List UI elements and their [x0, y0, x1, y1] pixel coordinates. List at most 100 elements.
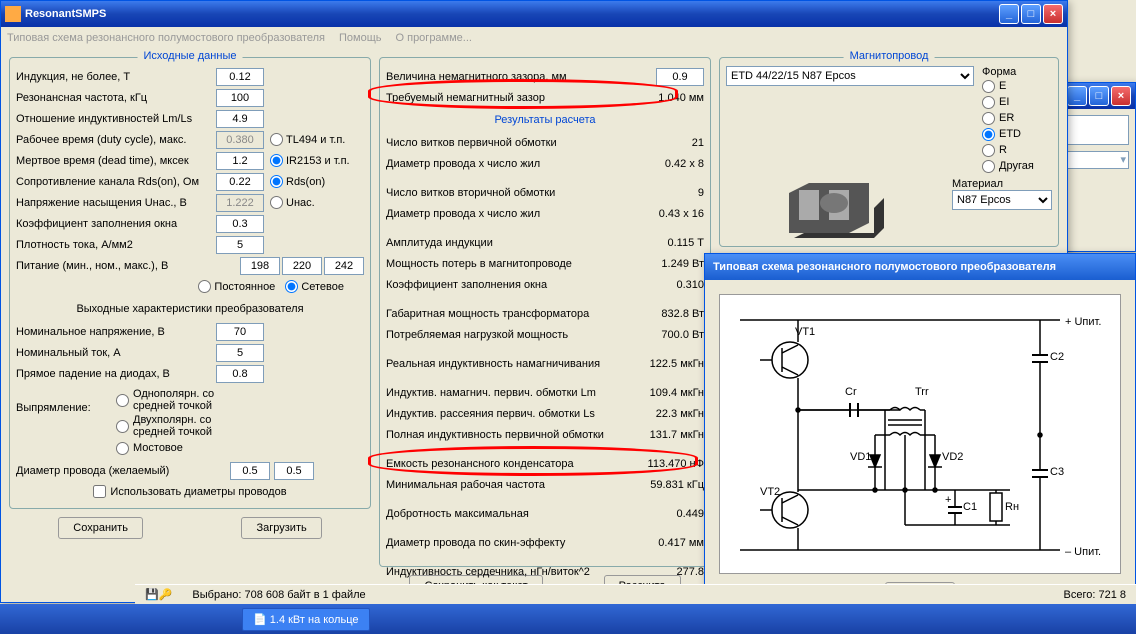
r1-l: Число витков первичной обмотки — [386, 137, 644, 149]
vf-input[interactable] — [216, 365, 264, 383]
supply-max[interactable] — [324, 257, 364, 275]
jdens-input[interactable] — [216, 236, 264, 254]
r8-l: Габаритная мощность трансформатора — [386, 308, 644, 320]
rect-bridge-label: Мостовое — [133, 442, 183, 454]
bg-max[interactable]: □ — [1089, 86, 1109, 106]
r15-l: Минимальная рабочая частота — [386, 479, 644, 491]
induction-input[interactable] — [216, 68, 264, 86]
supply-const-label: Постоянное — [214, 281, 275, 293]
core-image — [774, 178, 894, 258]
gap-input[interactable] — [656, 68, 704, 86]
core-group: Магнитопровод ETD 44/22/15 N87 Epcos Фор… — [719, 57, 1059, 247]
tl494-label: TL494 и т.п. — [286, 134, 345, 146]
svg-text:C3: C3 — [1050, 466, 1064, 478]
input-legend: Исходные данные — [138, 50, 243, 62]
jdens-label: Плотность тока, А/мм2 — [16, 239, 216, 251]
supply-mains-label: Сетевое — [301, 281, 344, 293]
freq-label: Резонансная частота, кГц — [16, 92, 216, 104]
r18-v: 277.8 — [644, 566, 704, 578]
svg-text:Cr: Cr — [845, 386, 857, 398]
r13-v: 131.7 мкГн — [644, 429, 704, 441]
outchar-heading: Выходные характеристики преобразователя — [16, 303, 364, 315]
rds-input[interactable] — [216, 173, 264, 191]
r9-v: 700.0 Вт — [644, 329, 704, 341]
ir2153-radio[interactable] — [270, 154, 283, 167]
usewire-check[interactable] — [93, 485, 106, 498]
supply-mains-radio[interactable] — [285, 280, 298, 293]
shape-etd[interactable] — [982, 128, 995, 141]
results-legend: Результаты расчета — [386, 114, 704, 126]
input-group: Исходные данные Индукция, не более, Т Ре… — [9, 57, 371, 509]
r16-v: 0.449 — [644, 508, 704, 520]
r6-v: 1.249 Вт — [644, 258, 704, 270]
fill-input[interactable] — [216, 215, 264, 233]
duty-label: Рабочее время (duty cycle), макс. — [16, 134, 216, 146]
menu-schema[interactable]: Типовая схема резонансного полумостового… — [7, 32, 325, 44]
gap-label: Величина немагнитного зазора, мм — [386, 71, 656, 83]
close-button[interactable]: × — [1043, 4, 1063, 24]
svg-text:Trr: Trr — [915, 386, 929, 398]
r18-l: Индуктивность сердечника, нГн/виток^2 — [386, 566, 644, 578]
svg-text:C2: C2 — [1050, 351, 1064, 363]
load-button[interactable]: Загрузить — [241, 517, 321, 539]
minimize-button[interactable]: _ — [999, 4, 1019, 24]
dead-label: Мертвое время (dead time), мксек — [16, 155, 216, 167]
bg-close[interactable]: × — [1111, 86, 1131, 106]
rect-bi-label: Двухполярн. со средней точкой — [133, 414, 253, 438]
r2-l: Диаметр провода x число жил — [386, 158, 644, 170]
duty-input — [216, 131, 264, 149]
r14-l: Емкость резонансного конденсатора — [386, 458, 644, 470]
wire1-input[interactable] — [230, 462, 270, 480]
shape-er[interactable] — [982, 112, 995, 125]
r10-v: 122.5 мкГн — [644, 358, 704, 370]
shape-ei[interactable] — [982, 96, 995, 109]
menubar: Типовая схема резонансного полумостового… — [1, 27, 1067, 49]
r10-l: Реальная индуктивность намагничивания — [386, 358, 644, 370]
supply-const-radio[interactable] — [198, 280, 211, 293]
r5-l: Амплитуда индукции — [386, 237, 644, 249]
menu-help[interactable]: Помощь — [339, 32, 382, 44]
save-button[interactable]: Сохранить — [58, 517, 143, 539]
inom-input[interactable] — [216, 344, 264, 362]
r6-l: Мощность потерь в магнитопроводе — [386, 258, 644, 270]
freq-input[interactable] — [216, 89, 264, 107]
rect-bi-radio[interactable] — [116, 420, 129, 433]
rdson-radio[interactable] — [270, 175, 283, 188]
svg-text:+: + — [945, 494, 951, 506]
r5-v: 0.115 Т — [644, 237, 704, 249]
reqgap-value: 1.040 мм — [644, 92, 704, 104]
r13-l: Полная индуктивность первичной обмотки — [386, 429, 644, 441]
core-select[interactable]: ETD 44/22/15 N87 Epcos — [726, 66, 974, 86]
schematic: + Uпит. – Uпит. VT1 — [719, 294, 1121, 574]
svg-text:Rн: Rн — [1005, 501, 1019, 513]
wire2-input[interactable] — [274, 462, 314, 480]
supply-nom[interactable] — [282, 257, 322, 275]
tl494-radio[interactable] — [270, 133, 283, 146]
status-total: Всего: 721 8 — [1064, 589, 1126, 601]
shape-other[interactable] — [982, 160, 995, 173]
statusbar: 💾🔑 Выбрано: 708 608 байт в 1 файле Всего… — [135, 584, 1136, 604]
maximize-button[interactable]: □ — [1021, 4, 1041, 24]
r11-l: Индуктив. намагнич. первич. обмотки Lm — [386, 387, 644, 399]
taskbar-item[interactable]: 📄 1.4 кВт на кольце — [242, 608, 370, 631]
shape-e[interactable] — [982, 80, 995, 93]
dropdown-icon[interactable]: ▾ — [1120, 153, 1126, 166]
usat-radio[interactable] — [270, 196, 283, 209]
material-label: Материал — [952, 178, 1052, 190]
induction-label: Индукция, не более, Т — [16, 71, 216, 83]
shape-r[interactable] — [982, 144, 995, 157]
rdson-label: Rds(on) — [286, 176, 325, 188]
dead-input[interactable] — [216, 152, 264, 170]
bg-min[interactable]: _ — [1067, 86, 1087, 106]
material-select[interactable]: N87 Epcos — [952, 190, 1052, 210]
r2-v: 0.42 x 8 — [644, 158, 704, 170]
svg-text:VT2: VT2 — [760, 486, 780, 498]
r16-l: Добротность максимальная — [386, 508, 644, 520]
ratio-input[interactable] — [216, 110, 264, 128]
menu-about[interactable]: О программе... — [396, 32, 472, 44]
supply-min[interactable] — [240, 257, 280, 275]
r4-v: 0.43 x 16 — [644, 208, 704, 220]
vnom-input[interactable] — [216, 323, 264, 341]
rect-bridge-radio[interactable] — [116, 442, 129, 455]
rect-uni-radio[interactable] — [116, 394, 129, 407]
